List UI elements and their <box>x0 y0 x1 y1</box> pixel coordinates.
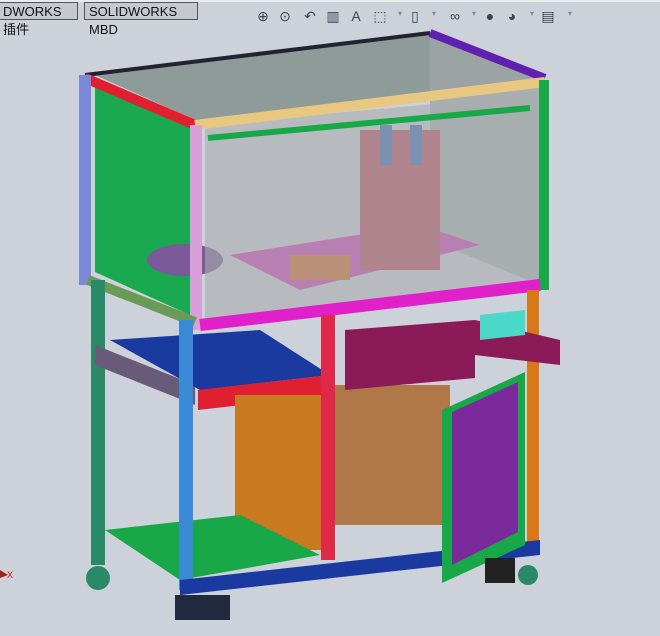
leveling-foot <box>86 566 110 590</box>
screen <box>480 310 525 340</box>
back-panel <box>330 385 450 525</box>
axis-x-label: X <box>7 570 13 580</box>
drawer-box <box>345 320 475 390</box>
caster-wheel <box>485 558 515 583</box>
leveling-foot <box>518 565 538 585</box>
model-viewport[interactable]: X <box>0 0 660 636</box>
caster-wheel <box>175 595 230 620</box>
